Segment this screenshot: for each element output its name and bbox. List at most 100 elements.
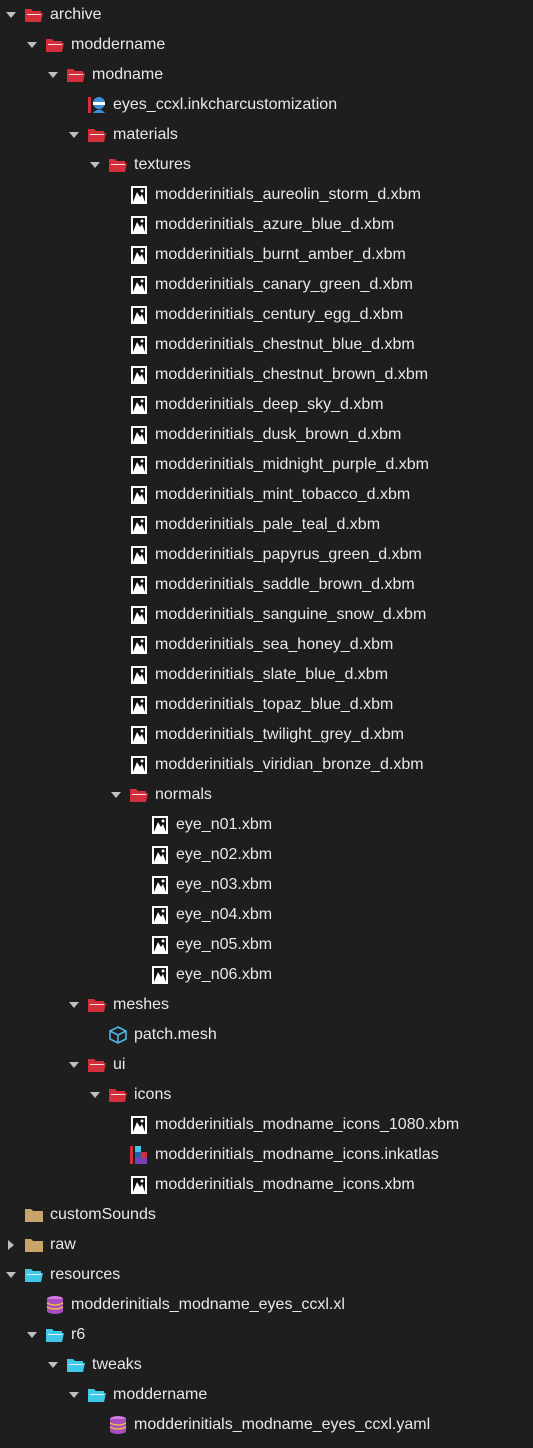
tree-file-row[interactable]: eye_n01.xbm [0, 810, 533, 840]
tree-file-row[interactable]: modderinitials_topaz_blue_d.xbm [0, 690, 533, 720]
tree-folder-row[interactable]: textures [0, 150, 533, 180]
image-file-icon [129, 185, 149, 205]
tree-item-label: tweaks [92, 1356, 142, 1373]
tree-file-row[interactable]: modderinitials_aureolin_storm_d.xbm [0, 180, 533, 210]
tree-item-label: modderinitials_azure_blue_d.xbm [155, 216, 395, 233]
tree-folder-row[interactable]: moddername [0, 1380, 533, 1410]
tree-item-label: modderinitials_canary_green_d.xbm [155, 276, 413, 293]
tree-file-row[interactable]: modderinitials_chestnut_blue_d.xbm [0, 330, 533, 360]
chevron-down-icon[interactable] [67, 1380, 81, 1410]
tree-file-row[interactable]: modderinitials_slate_blue_d.xbm [0, 660, 533, 690]
folder-open-icon [66, 65, 86, 85]
tree-folder-row[interactable]: archive [0, 0, 533, 30]
tree-file-row[interactable]: modderinitials_modname_icons.xbm [0, 1170, 533, 1200]
folder-open-icon [108, 155, 128, 175]
folder-open-icon [45, 1325, 65, 1345]
folder-open-icon [87, 1385, 107, 1405]
image-file-icon [129, 425, 149, 445]
tree-folder-row[interactable]: ui [0, 1050, 533, 1080]
image-file-icon [129, 515, 149, 535]
chevron-down-icon[interactable] [67, 990, 81, 1020]
tree-item-label: ui [113, 1056, 126, 1073]
tree-item-label: icons [134, 1086, 172, 1103]
tree-file-row[interactable]: modderinitials_modname_icons.inkatlas [0, 1140, 533, 1170]
tree-file-row[interactable]: modderinitials_mint_tobacco_d.xbm [0, 480, 533, 510]
tree-file-row[interactable]: eye_n03.xbm [0, 870, 533, 900]
tree-folder-row[interactable]: raw [0, 1230, 533, 1260]
chevron-down-icon[interactable] [4, 0, 18, 30]
tree-item-label: modderinitials_pale_teal_d.xbm [155, 516, 381, 533]
tree-file-row[interactable]: modderinitials_canary_green_d.xbm [0, 270, 533, 300]
tree-file-row[interactable]: eye_n02.xbm [0, 840, 533, 870]
tree-file-row[interactable]: patch.mesh [0, 1020, 533, 1050]
tree-folder-row[interactable]: meshes [0, 990, 533, 1020]
tree-item-label: eyes_ccxl.inkcharcustomization [113, 96, 338, 113]
tree-file-row[interactable]: eye_n04.xbm [0, 900, 533, 930]
chevron-down-icon[interactable] [88, 150, 102, 180]
tree-item-label: modderinitials_modname_eyes_ccxl.xl [71, 1296, 345, 1313]
tree-item-label: modderinitials_twilight_grey_d.xbm [155, 726, 405, 743]
tree-item-label: modderinitials_topaz_blue_d.xbm [155, 696, 394, 713]
tree-folder-row[interactable]: icons [0, 1080, 533, 1110]
chevron-down-icon[interactable] [67, 1050, 81, 1080]
tree-item-label: modderinitials_modname_icons.xbm [155, 1176, 415, 1193]
tree-file-row[interactable]: modderinitials_modname_eyes_ccxl.xl [0, 1290, 533, 1320]
tree-folder-row[interactable]: customSounds [0, 1200, 533, 1230]
folder-open-icon [87, 125, 107, 145]
tree-item-label: modderinitials_chestnut_brown_d.xbm [155, 366, 429, 383]
tree-item-label: modderinitials_slate_blue_d.xbm [155, 666, 389, 683]
chevron-down-icon[interactable] [46, 1350, 60, 1380]
tree-file-row[interactable]: eyes_ccxl.inkcharcustomization [0, 90, 533, 120]
chevron-down-icon[interactable] [46, 60, 60, 90]
chevron-down-icon[interactable] [4, 1260, 18, 1290]
chevron-down-icon[interactable] [109, 780, 123, 810]
tree-file-row[interactable]: modderinitials_deep_sky_d.xbm [0, 390, 533, 420]
image-file-icon [129, 365, 149, 385]
tree-folder-row[interactable]: resources [0, 1260, 533, 1290]
tree-file-row[interactable]: eye_n06.xbm [0, 960, 533, 990]
chevron-right-icon[interactable] [4, 1230, 18, 1260]
chevron-down-icon[interactable] [25, 1320, 39, 1350]
tree-file-row[interactable]: eye_n05.xbm [0, 930, 533, 960]
tree-folder-row[interactable]: r6 [0, 1320, 533, 1350]
tree-folder-row[interactable]: materials [0, 120, 533, 150]
image-file-icon [129, 1175, 149, 1195]
tree-file-row[interactable]: modderinitials_pale_teal_d.xbm [0, 510, 533, 540]
tree-file-row[interactable]: modderinitials_chestnut_brown_d.xbm [0, 360, 533, 390]
tree-file-row[interactable]: modderinitials_dusk_brown_d.xbm [0, 420, 533, 450]
image-file-icon [129, 605, 149, 625]
tree-file-row[interactable]: modderinitials_sanguine_snow_d.xbm [0, 600, 533, 630]
tree-folder-row[interactable]: moddername [0, 30, 533, 60]
tree-file-row[interactable]: modderinitials_viridian_bronze_d.xbm [0, 750, 533, 780]
tree-file-row[interactable]: modderinitials_century_egg_d.xbm [0, 300, 533, 330]
folder-open-icon [45, 35, 65, 55]
tree-file-row[interactable]: modderinitials_burnt_amber_d.xbm [0, 240, 533, 270]
tree-folder-row[interactable]: modname [0, 60, 533, 90]
tree-file-row[interactable]: modderinitials_sea_honey_d.xbm [0, 630, 533, 660]
file-tree: archive moddername modname eyes_ccxl.ink… [0, 0, 533, 1448]
image-file-icon [150, 935, 170, 955]
chevron-down-icon[interactable] [25, 30, 39, 60]
tree-file-row[interactable]: modderinitials_modname_icons_1080.xbm [0, 1110, 533, 1140]
tree-file-row[interactable]: modderinitials_twilight_grey_d.xbm [0, 720, 533, 750]
tree-file-row[interactable]: modderinitials_azure_blue_d.xbm [0, 210, 533, 240]
tree-item-label: eye_n02.xbm [176, 846, 273, 863]
chevron-down-icon[interactable] [88, 1080, 102, 1110]
folder-open-icon [87, 1055, 107, 1075]
tree-file-row[interactable]: modderinitials_papyrus_green_d.xbm [0, 540, 533, 570]
tree-file-row[interactable]: modderinitials_midnight_purple_d.xbm [0, 450, 533, 480]
tree-file-row[interactable]: modderinitials_saddle_brown_d.xbm [0, 570, 533, 600]
tree-file-row[interactable]: modderinitials_modname_eyes_ccxl.yaml [0, 1410, 533, 1440]
tree-item-label: eye_n01.xbm [176, 816, 273, 833]
tree-folder-row[interactable]: normals [0, 780, 533, 810]
tree-folder-row[interactable]: tweaks [0, 1350, 533, 1380]
tree-item-label: raw [50, 1236, 76, 1253]
chevron-down-icon[interactable] [67, 120, 81, 150]
